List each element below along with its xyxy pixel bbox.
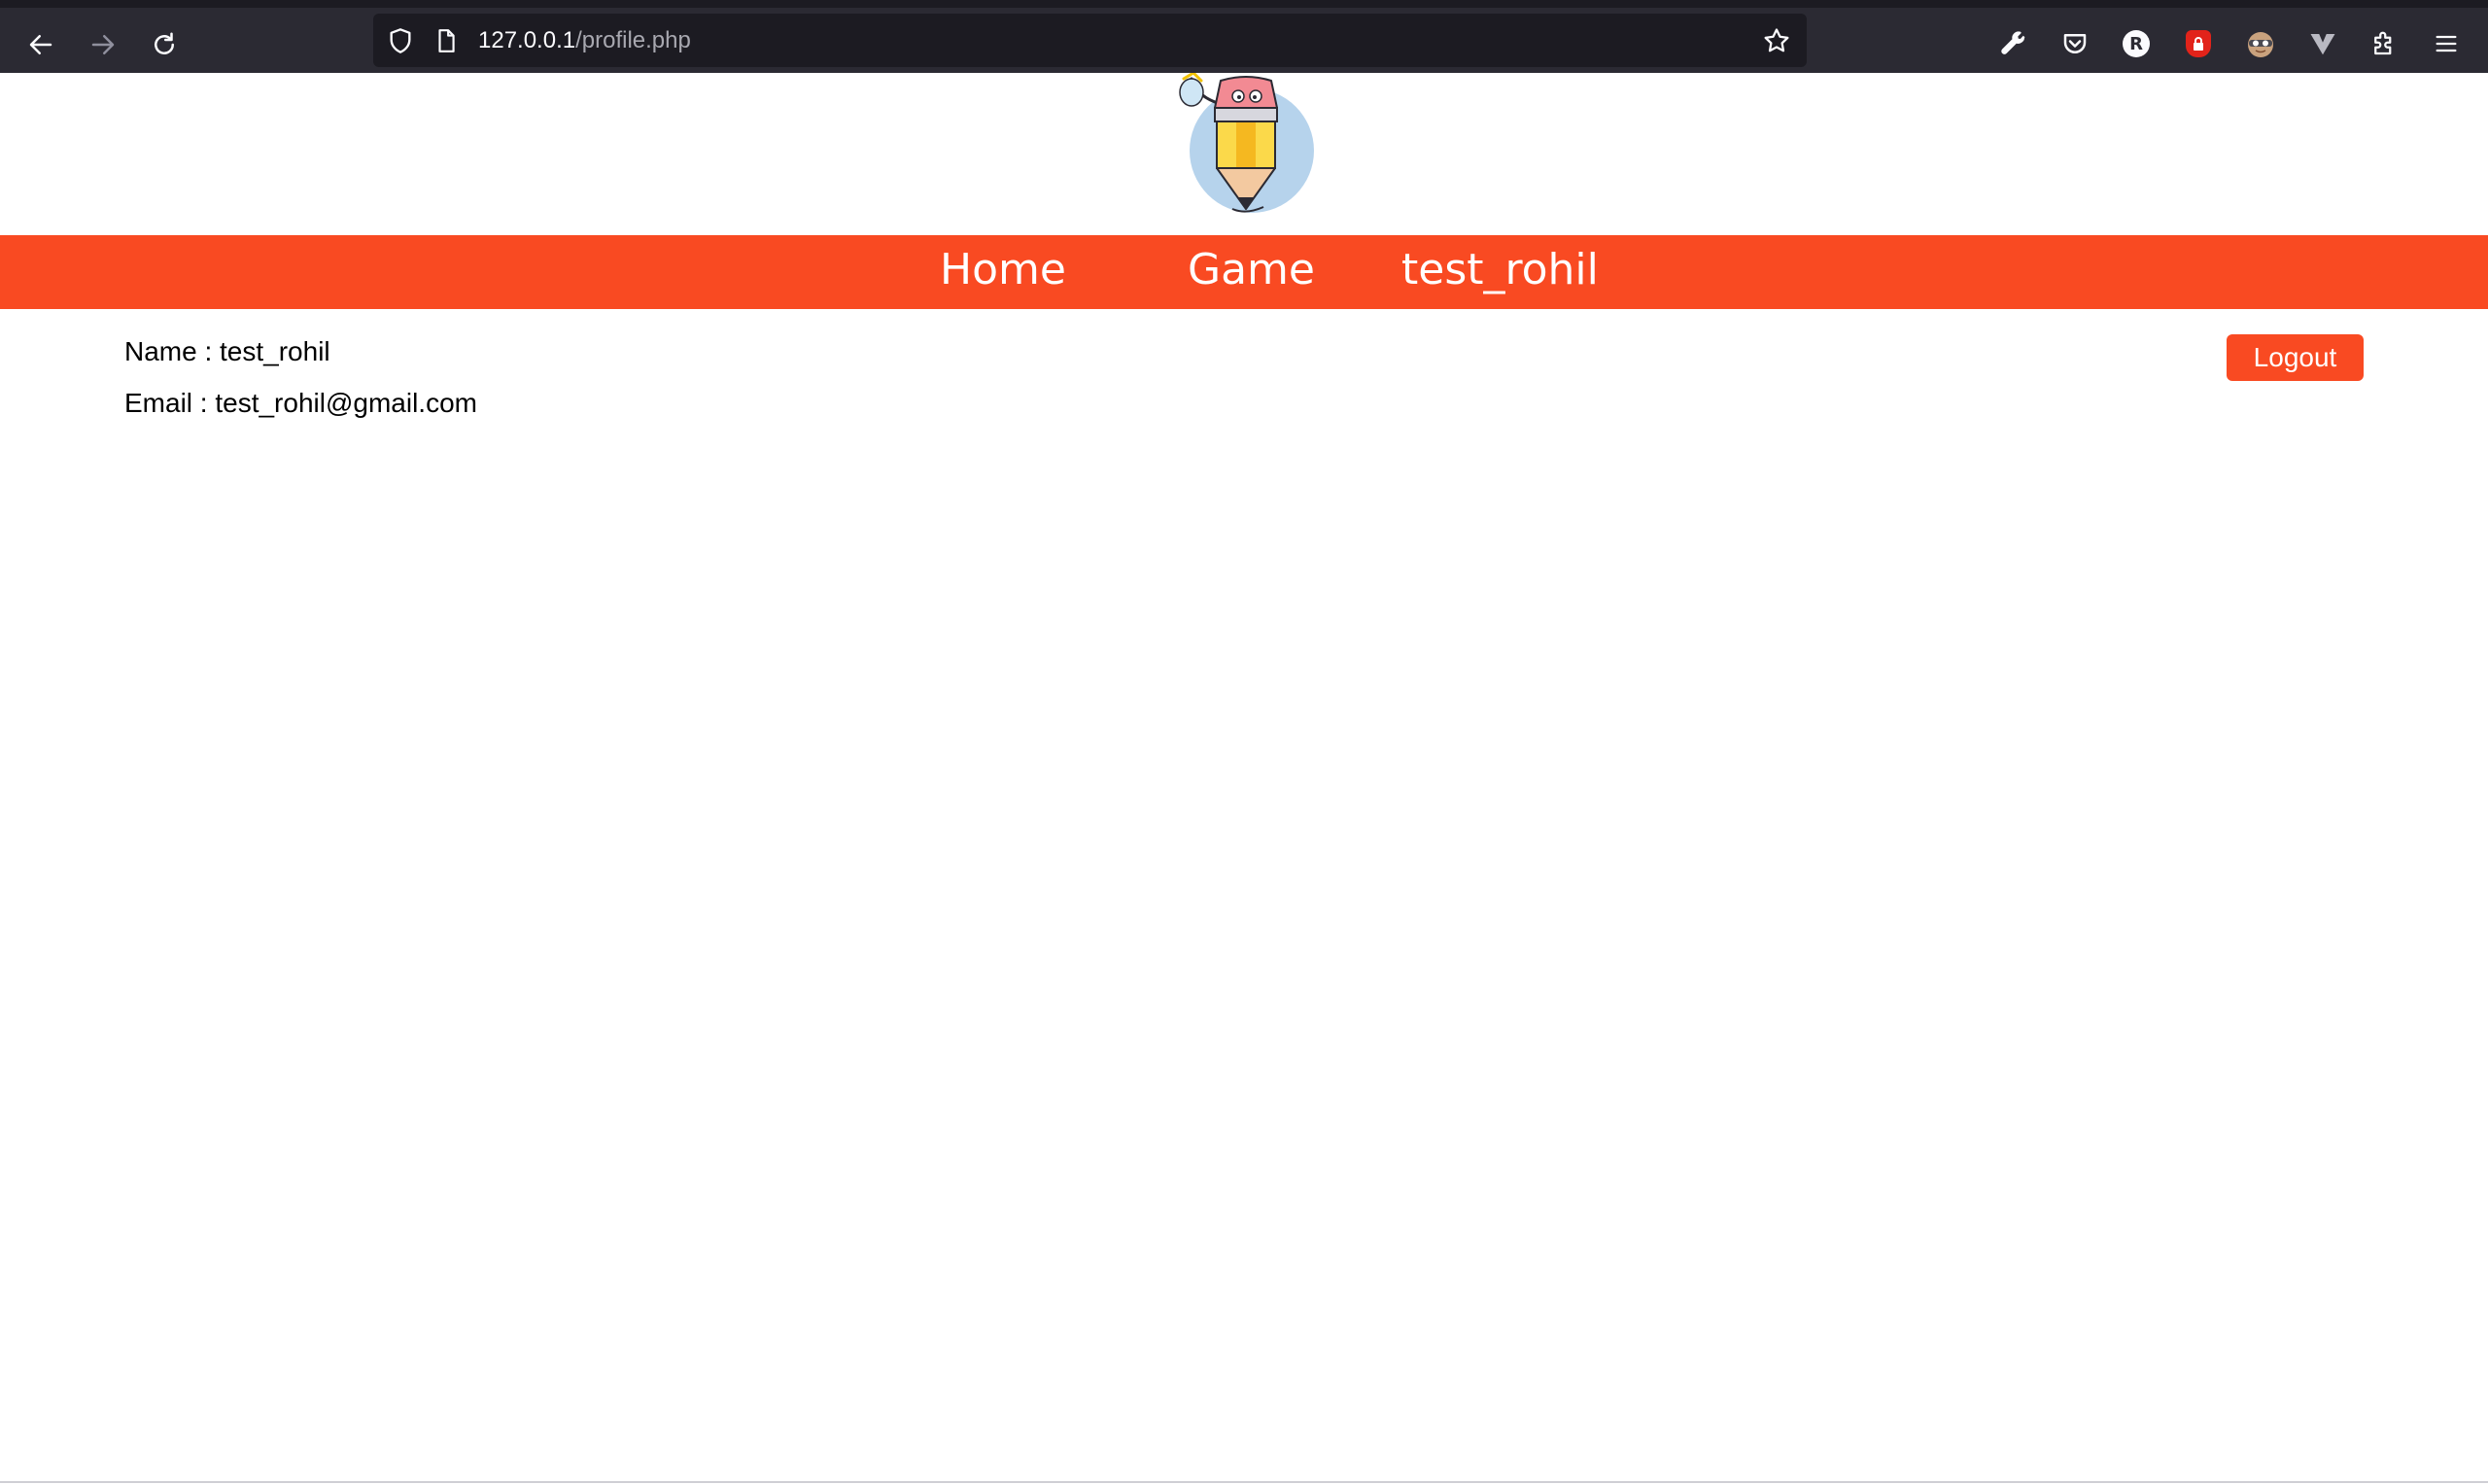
wrench-icon bbox=[2001, 31, 2025, 54]
reload-button[interactable] bbox=[143, 23, 186, 66]
nav-home-link[interactable]: Home bbox=[940, 235, 1066, 309]
extensions-button[interactable] bbox=[2367, 27, 2401, 60]
shield-icon[interactable] bbox=[387, 26, 414, 55]
page-icon[interactable] bbox=[433, 26, 459, 55]
red-lock-extension-button[interactable] bbox=[2182, 27, 2215, 60]
v-extension-icon bbox=[2310, 34, 2335, 55]
page-bottom-divider bbox=[0, 1481, 2488, 1483]
url-text[interactable]: 127.0.0.1/profile.php bbox=[478, 27, 691, 54]
main-navbar: Home Game test_rohil bbox=[0, 235, 2488, 309]
browser-toolbar: 127.0.0.1/profile.php R bbox=[0, 0, 2488, 73]
v-extension-button[interactable] bbox=[2306, 27, 2339, 60]
star-icon[interactable] bbox=[1762, 26, 1791, 55]
back-button[interactable] bbox=[19, 23, 62, 66]
extensions-puzzle-icon bbox=[2374, 31, 2392, 55]
mask-extension-button[interactable] bbox=[2244, 27, 2277, 60]
nav-user-link[interactable]: test_rohil bbox=[1401, 235, 1599, 309]
r-extension-button[interactable]: R bbox=[2120, 27, 2153, 60]
mask-extension-icon bbox=[2248, 32, 2273, 57]
profile-name: Name : test_rohil bbox=[124, 336, 330, 366]
url-host: 127.0.0.1 bbox=[478, 27, 576, 53]
red-lock-extension-icon bbox=[2186, 30, 2211, 57]
back-arrow-icon bbox=[29, 35, 52, 54]
address-bar[interactable]: 127.0.0.1/profile.php bbox=[373, 14, 1807, 67]
pocket-button[interactable] bbox=[2058, 27, 2091, 60]
reload-icon bbox=[155, 32, 174, 54]
pencil-mascot-logo bbox=[1179, 73, 1314, 213]
forward-arrow-icon bbox=[91, 35, 115, 54]
nav-game-link[interactable]: Game bbox=[1188, 235, 1315, 309]
site-header bbox=[0, 73, 2488, 235]
devtools-button[interactable] bbox=[1997, 27, 2030, 60]
logout-button[interactable]: Logout bbox=[2227, 334, 2364, 381]
forward-button[interactable] bbox=[82, 23, 124, 66]
pocket-icon bbox=[2063, 34, 2087, 53]
app-menu-button[interactable] bbox=[2430, 27, 2463, 60]
profile-email: Email : test_rohil@gmail.com bbox=[124, 388, 477, 418]
r-extension-icon: R bbox=[2123, 30, 2150, 57]
hamburger-menu-icon bbox=[2436, 35, 2457, 52]
url-path: /profile.php bbox=[575, 27, 691, 53]
